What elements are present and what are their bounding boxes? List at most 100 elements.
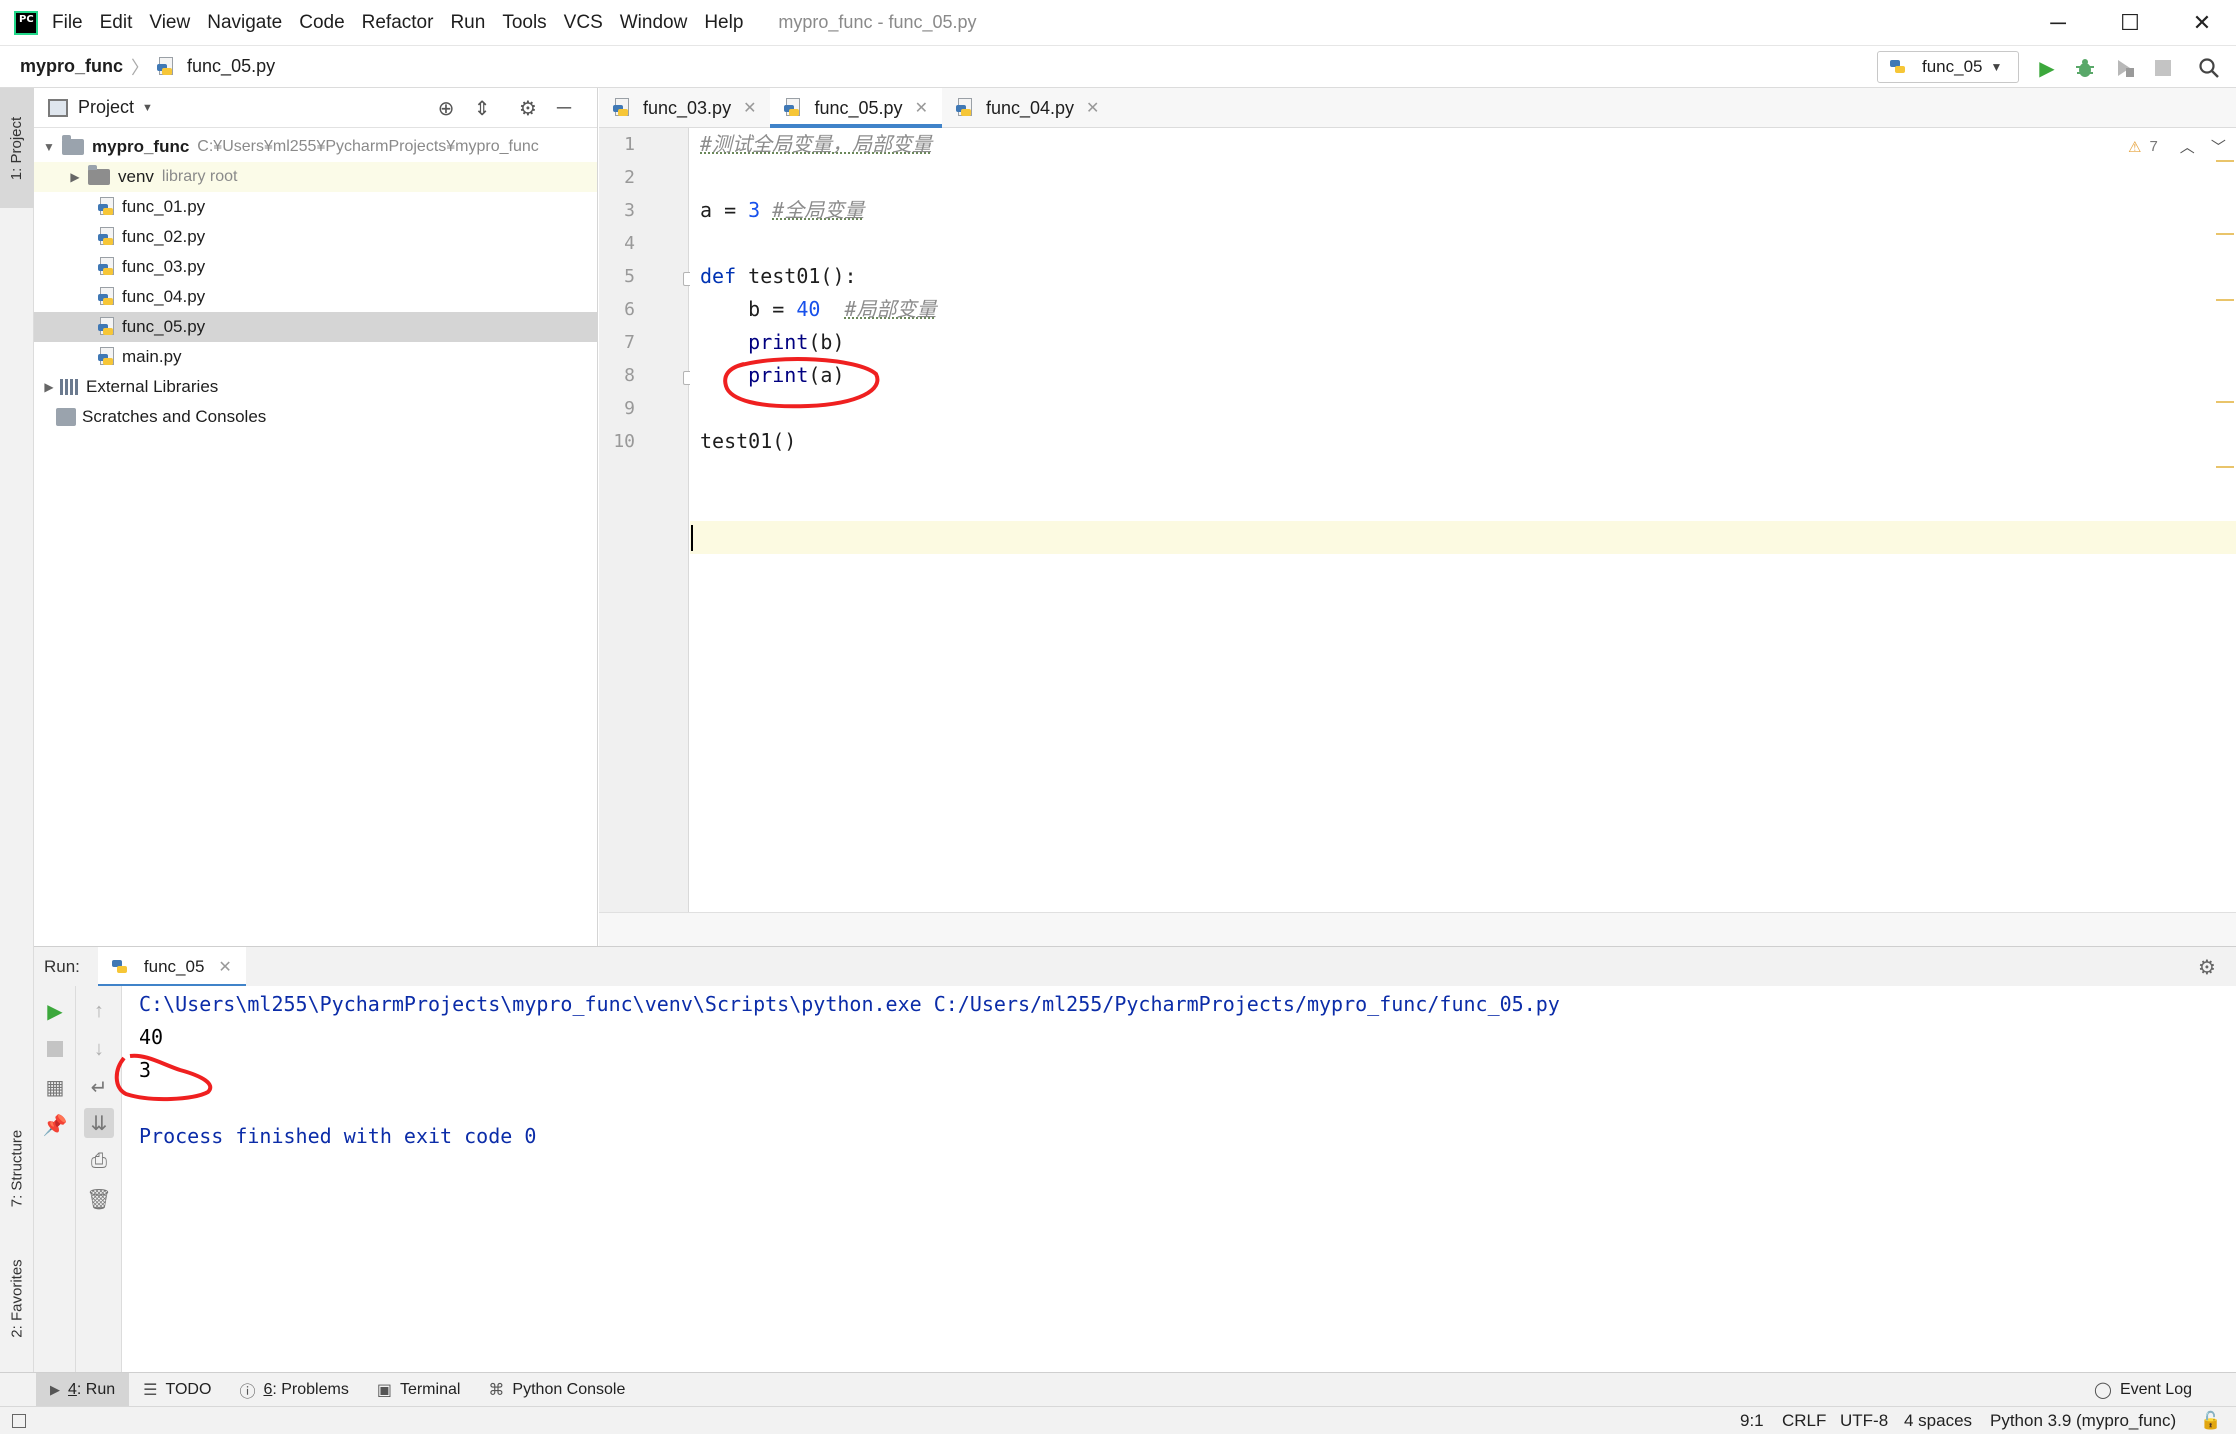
tool-tab-project[interactable]: 1: Project [0,88,34,208]
menu-run[interactable]: Run [450,12,485,34]
python-file-icon [98,347,116,367]
project-view-select[interactable]: Project [78,97,134,118]
warning-icon: ⚠ [2128,138,2142,156]
debug-button[interactable] [2072,55,2098,81]
close-window-button[interactable]: ✕ [2170,0,2234,46]
run-configuration-select[interactable]: func_05 ▼ [1877,51,2019,83]
tree-item-project-root[interactable]: ▼ mypro_func C:¥Users¥ml255¥PycharmProje… [34,132,597,162]
close-icon[interactable]: ✕ [1086,98,1099,118]
breadcrumb-project[interactable]: mypro_func [20,56,123,77]
breadcrumb-file[interactable]: func_05.py [157,56,275,77]
tool-window-python-console[interactable]: ⌘ Python Console [474,1373,639,1407]
stop-icon[interactable] [2150,55,2176,81]
warning-stripe-mark[interactable] [2216,299,2234,301]
trash-icon[interactable]: 🗑 [84,1184,114,1214]
close-icon[interactable]: ✕ [743,98,756,118]
chevron-right-icon[interactable]: ▶ [42,380,56,394]
run-icon: ▶ [50,1381,60,1397]
chevron-up-icon[interactable]: ︿ [2180,136,2195,157]
lock-icon[interactable]: 🔓 [2200,1411,2221,1431]
toggle-tool-windows-icon[interactable] [12,1413,26,1428]
code-editor[interactable]: #测试全局变量，局部变量 a = 3 #全局变量 def test01(): b… [690,128,2236,912]
code-text: test01(): [736,264,857,288]
menu-navigate[interactable]: Navigate [207,12,282,34]
hide-panel-icon[interactable]: ─ [552,96,576,120]
tree-item-external-libraries[interactable]: ▶ External Libraries [34,372,597,402]
scroll-to-end-icon[interactable]: ⇊ [84,1108,114,1138]
line-number: 4 [624,233,635,254]
tab-func-04[interactable]: func_04.py ✕ [942,88,1113,128]
menu-file[interactable]: File [52,12,83,34]
indent-setting[interactable]: 4 spaces [1904,1411,1972,1431]
menu-edit[interactable]: Edit [100,12,133,34]
tab-func-05[interactable]: func_05.py ✕ [770,88,943,128]
tree-item-file[interactable]: func_04.py [34,282,597,312]
tool-window-todo[interactable]: ☰ TODO [129,1373,225,1407]
arrow-up-icon[interactable]: ↑ [84,996,114,1026]
run-tab-func-05[interactable]: func_05 ✕ [97,946,246,987]
gear-icon[interactable]: ⚙ [2198,955,2216,980]
chevron-down-icon[interactable]: ▼ [42,140,56,154]
layout-icon[interactable]: ▦ [40,1072,70,1102]
editor-horizontal-scroll[interactable] [599,912,2236,946]
tree-item-scratches[interactable]: Scratches and Consoles [34,402,597,432]
editor-gutter[interactable]: 1 2 3 4 5 6 7 8 9 10 [599,128,689,912]
warning-stripe-mark[interactable] [2216,233,2234,235]
print-icon[interactable]: ⎙ [84,1146,114,1176]
menu-tools[interactable]: Tools [502,12,546,34]
gear-icon[interactable]: ⚙ [516,96,540,120]
chevron-right-icon[interactable]: ▶ [68,170,82,184]
run-console[interactable]: C:\Users\ml255\PycharmProjects\mypro_fun… [122,986,2236,1372]
line-separator[interactable]: CRLF [1782,1411,1826,1431]
collapse-all-icon[interactable]: ⇕ [470,96,494,120]
chevron-down-icon[interactable]: ▼ [142,102,153,114]
menu-help[interactable]: Help [704,12,743,34]
project-view-icon [48,98,68,117]
code-line-10: test01() [700,425,796,458]
menu-view[interactable]: View [149,12,190,34]
locate-file-icon[interactable]: ⊕ [434,96,458,120]
tab-func-03[interactable]: func_03.py ✕ [599,88,770,128]
tool-window-terminal[interactable]: ▣ Terminal [363,1373,475,1407]
close-icon[interactable]: ✕ [218,957,231,977]
maximize-window-button[interactable]: ☐ [2098,0,2162,46]
run-button[interactable]: ▶ [2034,55,2060,81]
stop-icon[interactable] [40,1034,70,1064]
tool-window-run[interactable]: ▶ 4: Run [36,1372,130,1407]
tool-window-bar: ▶ 4: Run ☰ TODO ⓘ 6: Problems ▣ Terminal… [0,1372,2236,1407]
pin-icon[interactable]: 📌 [40,1110,70,1140]
project-panel: Project ▼ ⊕ ⇕ ⚙ ─ ▼ mypro_func C:¥Users¥… [34,88,598,946]
rerun-icon[interactable]: ▶ [40,996,70,1026]
menu-refactor[interactable]: Refactor [362,12,434,34]
tool-tab-structure[interactable]: 7: Structure [0,1098,34,1238]
tree-item-file[interactable]: func_03.py [34,252,597,282]
tree-item-venv[interactable]: ▶ venv library root [34,162,597,192]
warning-stripe-mark[interactable] [2216,466,2234,468]
tree-item-file-selected[interactable]: func_05.py [34,312,597,342]
tree-item-file[interactable]: func_02.py [34,222,597,252]
tool-window-problems[interactable]: ⓘ 6: Problems [225,1373,362,1407]
run-configuration-label: func_05 [1922,57,1983,76]
close-icon[interactable]: ✕ [915,98,928,118]
tool-window-label: 4: Run [68,1380,116,1398]
event-log-button[interactable]: ◯ Event Log [2094,1373,2192,1407]
code-comment: #局部变量 [844,297,937,321]
menu-window[interactable]: Window [620,12,688,34]
tree-item-file[interactable]: main.py [34,342,597,372]
tree-item-file[interactable]: func_01.py [34,192,597,222]
caret-position[interactable]: 9:1 [1740,1411,1764,1431]
tool-tab-favorites[interactable]: 2: Favorites [0,1238,34,1358]
inspection-widget[interactable]: ⚠ 7 ︿ ﹀ [2128,136,2226,157]
file-encoding[interactable]: UTF-8 [1840,1411,1888,1431]
python-interpreter[interactable]: Python 3.9 (mypro_func) [1990,1411,2176,1431]
run-with-coverage-icon[interactable] [2112,55,2138,81]
menu-code[interactable]: Code [299,12,344,34]
menu-vcs[interactable]: VCS [564,12,603,34]
search-icon[interactable] [2196,55,2222,81]
chevron-down-icon[interactable]: ﹀ [2211,136,2226,157]
warning-stripe-mark[interactable] [2216,401,2234,403]
tree-item-path: C:¥Users¥ml255¥PycharmProjects¥mypro_fun… [197,138,539,155]
minimize-window-button[interactable]: ─ [2026,0,2090,46]
warning-stripe-mark[interactable] [2216,160,2234,162]
python-file-icon [98,257,116,277]
